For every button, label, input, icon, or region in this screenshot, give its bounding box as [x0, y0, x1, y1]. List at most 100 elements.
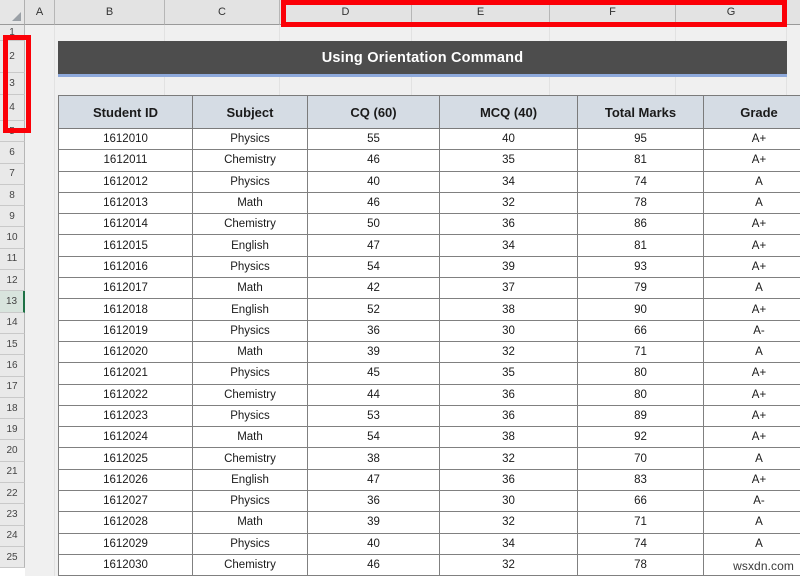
table-cell[interactable]: 40: [440, 129, 578, 150]
row-header-3[interactable]: 3: [0, 73, 25, 95]
table-cell[interactable]: 40: [308, 533, 440, 554]
table-cell[interactable]: 38: [308, 448, 440, 469]
table-cell[interactable]: 36: [440, 384, 578, 405]
table-cell[interactable]: 47: [308, 469, 440, 490]
table-cell[interactable]: 66: [578, 320, 704, 341]
table-cell[interactable]: Physics: [193, 129, 308, 150]
table-cell[interactable]: 1612012: [59, 171, 193, 192]
table-cell[interactable]: A-: [704, 320, 800, 341]
table-cell[interactable]: 1612021: [59, 363, 193, 384]
column-header-b[interactable]: B: [55, 0, 165, 25]
table-cell[interactable]: 50: [308, 214, 440, 235]
table-cell[interactable]: 32: [440, 512, 578, 533]
row-header-20[interactable]: 20: [0, 440, 25, 461]
table-cell[interactable]: A: [704, 278, 800, 299]
table-cell[interactable]: 1612029: [59, 533, 193, 554]
table-cell[interactable]: A+: [704, 363, 800, 384]
table-cell[interactable]: 81: [578, 150, 704, 171]
table-cell[interactable]: Physics: [193, 405, 308, 426]
table-cell[interactable]: 47: [308, 235, 440, 256]
table-cell[interactable]: 1612028: [59, 512, 193, 533]
table-cell[interactable]: A+: [704, 214, 800, 235]
table-cell[interactable]: 45: [308, 363, 440, 384]
row-header-8[interactable]: 8: [0, 185, 25, 206]
table-cell[interactable]: A: [704, 192, 800, 213]
table-cell[interactable]: 1612024: [59, 427, 193, 448]
table-cell[interactable]: 34: [440, 235, 578, 256]
table-cell[interactable]: 90: [578, 299, 704, 320]
table-cell[interactable]: 1612027: [59, 491, 193, 512]
table-cell[interactable]: Math: [193, 278, 308, 299]
table-cell[interactable]: 95: [578, 129, 704, 150]
row-header-13[interactable]: 13: [0, 291, 25, 312]
column-header-partial[interactable]: [787, 0, 800, 25]
row-header-21[interactable]: 21: [0, 462, 25, 483]
table-cell[interactable]: 1612013: [59, 192, 193, 213]
table-cell[interactable]: Chemistry: [193, 214, 308, 235]
table-cell[interactable]: 34: [440, 171, 578, 192]
table-cell[interactable]: 36: [308, 491, 440, 512]
table-cell[interactable]: 39: [308, 512, 440, 533]
table-cell[interactable]: 80: [578, 384, 704, 405]
column-header-d[interactable]: D: [280, 0, 412, 25]
table-cell[interactable]: 42: [308, 278, 440, 299]
table-cell[interactable]: A: [704, 512, 800, 533]
table-cell[interactable]: 46: [308, 150, 440, 171]
table-cell[interactable]: 1612016: [59, 256, 193, 277]
table-cell[interactable]: A+: [704, 256, 800, 277]
table-cell[interactable]: A+: [704, 384, 800, 405]
row-header-24[interactable]: 24: [0, 526, 25, 547]
row-header-25[interactable]: 25: [0, 547, 25, 568]
column-header-e[interactable]: E: [412, 0, 550, 25]
table-cell[interactable]: A+: [704, 235, 800, 256]
table-cell[interactable]: Chemistry: [193, 384, 308, 405]
table-cell[interactable]: 32: [440, 192, 578, 213]
table-cell[interactable]: Physics: [193, 320, 308, 341]
table-cell[interactable]: 1612014: [59, 214, 193, 235]
table-cell[interactable]: 86: [578, 214, 704, 235]
table-cell[interactable]: Chemistry: [193, 150, 308, 171]
table-cell[interactable]: 36: [440, 405, 578, 426]
table-cell[interactable]: English: [193, 469, 308, 490]
table-cell[interactable]: 36: [440, 214, 578, 235]
table-cell[interactable]: 32: [440, 341, 578, 362]
table-cell[interactable]: 1612023: [59, 405, 193, 426]
table-cell[interactable]: 32: [440, 448, 578, 469]
table-cell[interactable]: A+: [704, 299, 800, 320]
table-cell[interactable]: A+: [704, 150, 800, 171]
table-cell[interactable]: 46: [308, 192, 440, 213]
table-cell[interactable]: Chemistry: [193, 448, 308, 469]
row-header-19[interactable]: 19: [0, 419, 25, 440]
row-header-15[interactable]: 15: [0, 334, 25, 355]
table-cell[interactable]: 78: [578, 554, 704, 575]
row-header-9[interactable]: 9: [0, 206, 25, 227]
table-cell[interactable]: 1612018: [59, 299, 193, 320]
table-cell[interactable]: 1612010: [59, 129, 193, 150]
table-cell[interactable]: Physics: [193, 533, 308, 554]
table-cell[interactable]: 32: [440, 554, 578, 575]
select-all-button[interactable]: [0, 0, 25, 25]
row-header-7[interactable]: 7: [0, 164, 25, 185]
table-cell[interactable]: 1612022: [59, 384, 193, 405]
table-cell[interactable]: Physics: [193, 363, 308, 384]
row-header-11[interactable]: 11: [0, 249, 25, 270]
table-cell[interactable]: 39: [308, 341, 440, 362]
table-cell[interactable]: 54: [308, 256, 440, 277]
row-header-2[interactable]: 2: [0, 41, 25, 73]
table-cell[interactable]: 1612025: [59, 448, 193, 469]
table-cell[interactable]: 89: [578, 405, 704, 426]
table-cell[interactable]: 1612011: [59, 150, 193, 171]
row-header-1[interactable]: 1: [0, 25, 25, 41]
table-cell[interactable]: A+: [704, 405, 800, 426]
table-cell[interactable]: 71: [578, 512, 704, 533]
table-cell[interactable]: 93: [578, 256, 704, 277]
table-cell[interactable]: English: [193, 299, 308, 320]
row-header-4[interactable]: 4: [0, 95, 25, 121]
table-cell[interactable]: 38: [440, 427, 578, 448]
table-cell[interactable]: 38: [440, 299, 578, 320]
table-cell[interactable]: Math: [193, 512, 308, 533]
table-cell[interactable]: 35: [440, 150, 578, 171]
row-header-12[interactable]: 12: [0, 270, 25, 291]
row-header-10[interactable]: 10: [0, 227, 25, 248]
table-cell[interactable]: 30: [440, 320, 578, 341]
